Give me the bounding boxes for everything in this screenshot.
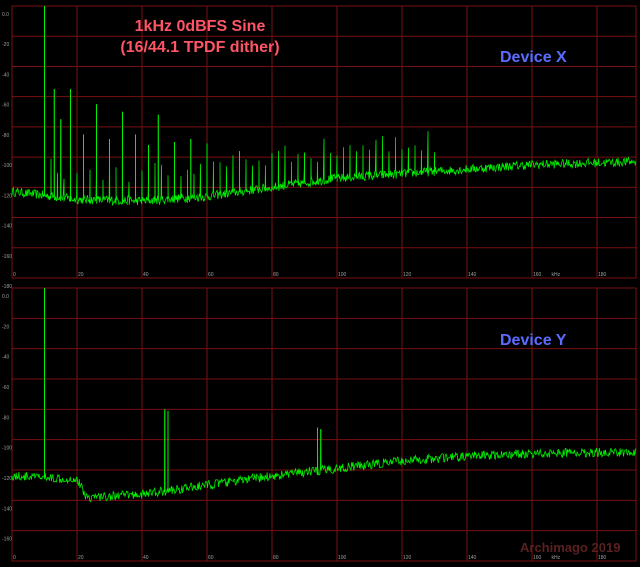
x-tick-label-0-5: 100 — [338, 272, 347, 278]
y-tick-label-1-7: -140 — [2, 506, 12, 512]
x-tick-label-1-5: 100 — [338, 555, 347, 561]
y-tick-label-1-6: -120 — [2, 476, 12, 482]
device-x-label: Device X — [500, 49, 567, 66]
y-tick-label-1-1: -20 — [2, 324, 9, 330]
x-tick-label-0-8: 160 — [533, 272, 542, 278]
x-tick-label-1-3: 60 — [208, 555, 214, 561]
chart-title-line2: (16/44.1 TPDF dither) — [120, 39, 280, 56]
y-tick-label-0-4: -80 — [2, 133, 9, 139]
x-tick-label-0-6: 120 — [403, 272, 412, 278]
x-tick-label-1-9: 180 — [598, 555, 607, 561]
x-tick-label-0-3: 60 — [208, 272, 214, 278]
watermark: Archimago 2019 — [520, 540, 621, 555]
y-tick-label-1-8: -160 — [2, 537, 12, 543]
x-tick-label-1-6: 120 — [403, 555, 412, 561]
y-tick-label-1-4: -80 — [2, 415, 9, 421]
y-tick-label-0-8: -160 — [2, 254, 12, 260]
x-tick-label-1-0: 0 — [13, 555, 16, 561]
x-tick-label-0-0: 0 — [13, 272, 16, 278]
y-tick-label-0-9: -180 — [2, 284, 12, 290]
x-tick-label-0-4: 80 — [273, 272, 279, 278]
y-tick-label-0-7: -140 — [2, 224, 12, 230]
x-tick-label-1-7: 140 — [468, 555, 477, 561]
x-tick-label-1-1: 20 — [78, 555, 84, 561]
y-tick-label-0-2: -40 — [2, 72, 9, 78]
x-tick-label-0-2: 40 — [143, 272, 149, 278]
y-tick-label-0-6: -120 — [2, 193, 12, 199]
y-tick-label-0-3: -60 — [2, 103, 9, 109]
x-tick-label-1-2: 40 — [143, 555, 149, 561]
spectrum-charts: 0.0-20-40-60-80-100-120-140-160-1800 20 40… — [2, 5, 637, 562]
y-tick-label-1-3: -60 — [2, 385, 9, 391]
x-tick-label-0-1: 20 — [78, 272, 84, 278]
plot-frame-1 — [11, 287, 637, 562]
y-tick-label-0-5: -100 — [2, 163, 12, 169]
x-axis-unit-0: kHz — [552, 272, 561, 278]
x-tick-label-0-9: 180 — [598, 272, 607, 278]
y-tick-label-1-0: 0.0 — [2, 294, 9, 300]
y-tick-label-1-5: -100 — [2, 446, 12, 452]
x-tick-label-1-8: 160 — [533, 555, 542, 561]
x-axis-unit-1: kHz — [552, 555, 561, 561]
y-tick-label-1-2: -40 — [2, 355, 9, 361]
x-tick-label-0-7: 140 — [468, 272, 477, 278]
chart-title-line1: 1kHz 0dBFS Sine — [134, 18, 266, 35]
x-tick-label-1-4: 80 — [273, 555, 279, 561]
device-y-label: Device Y — [500, 332, 567, 349]
spectrum-trace-1 — [11, 287, 637, 503]
